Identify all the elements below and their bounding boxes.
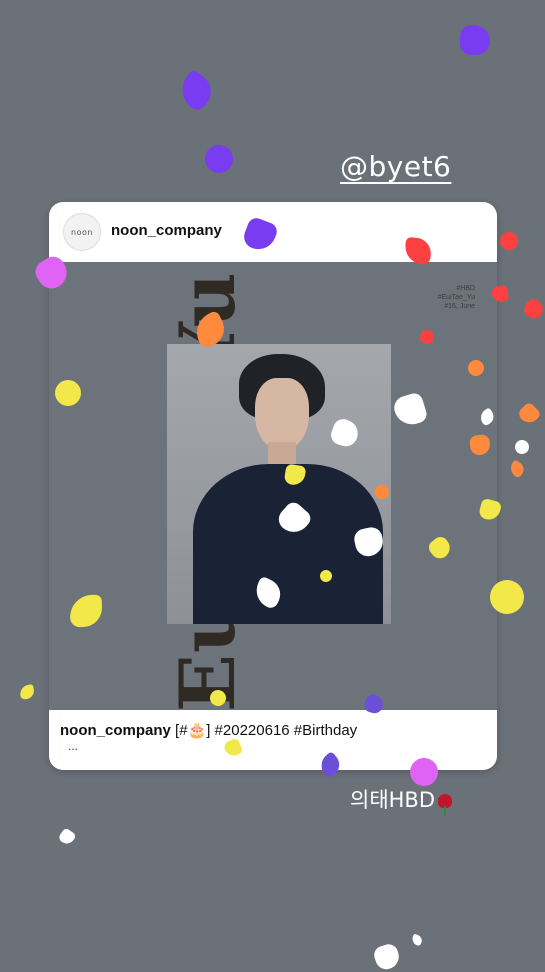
sparkle-shape (201, 141, 237, 177)
avatar[interactable]: noon (63, 213, 101, 251)
sparkle-shape (19, 684, 35, 700)
sparkle-shape (57, 827, 77, 847)
sparkle-shape (507, 459, 527, 479)
mention-sticker[interactable]: @byet6 (340, 150, 451, 183)
sparkle-shape (514, 439, 530, 455)
post-card[interactable]: noon noon_company Euitae. Yu #HBD #EuiTa… (49, 202, 497, 770)
vertical-name-title: Euitae. Yu (93, 271, 252, 710)
hbd-text: 의태HBD (350, 788, 436, 812)
caption-more[interactable]: ... (68, 739, 78, 753)
post-account-name[interactable]: noon_company (111, 222, 222, 239)
sparkle-shape (516, 401, 542, 427)
caption-text: [#🎂] #20220616 #Birthday (170, 722, 358, 739)
sparkle-shape (409, 757, 439, 787)
rose-icon (438, 794, 453, 816)
caption-account[interactable]: noon_company (60, 722, 171, 739)
sparkle-shape (410, 933, 424, 947)
poster-tagline: #HBD #EuiTae_Yu #16, June (437, 285, 475, 310)
portrait-photo (167, 344, 391, 624)
hbd-text-sticker[interactable]: 의태HBD (350, 784, 453, 816)
post-caption: noon_company [#🎂] #20220616 #Birthday (60, 721, 357, 739)
sparkle-shape (460, 25, 490, 55)
sparkle-shape (371, 941, 403, 972)
sparkle-shape (173, 68, 219, 114)
sparkle-shape (521, 296, 545, 322)
post-image: Euitae. Yu #HBD #EuiTae_Yu #16, June (49, 262, 497, 710)
sparkle-shape (496, 228, 522, 254)
